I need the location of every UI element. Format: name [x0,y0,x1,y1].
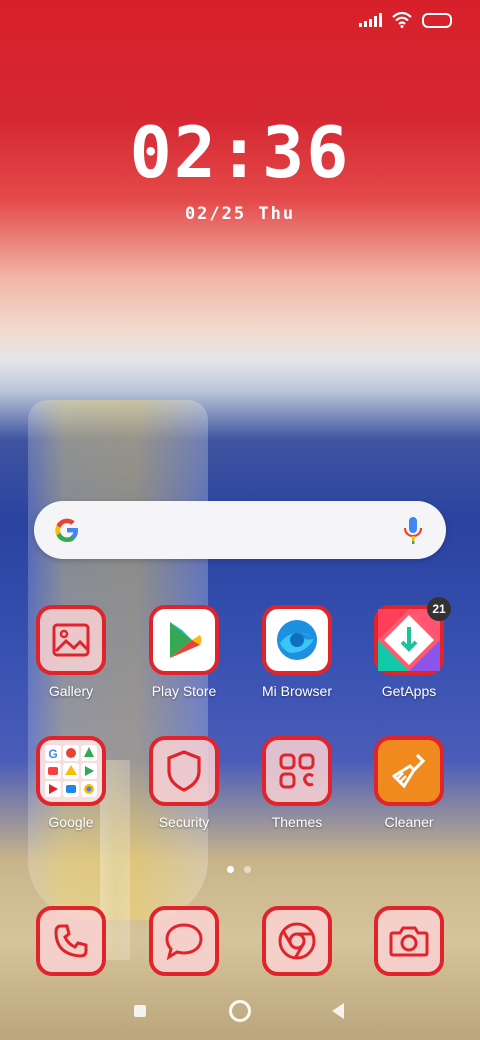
app-cleaner[interactable]: Cleaner [359,736,459,830]
wifi-icon [392,12,412,28]
signal-icon [359,13,382,27]
app-label: Themes [271,814,323,830]
camera-icon [374,906,444,976]
app-themes[interactable]: Themes [247,736,347,830]
app-label: Cleaner [384,814,434,830]
mic-icon[interactable] [402,515,424,545]
recents-button[interactable] [134,1005,146,1017]
themes-icon [262,736,332,806]
status-bar [359,12,452,28]
shield-icon [149,736,219,806]
app-label: Google [48,814,94,830]
app-label: GetApps [381,683,437,699]
dock-phone[interactable] [21,906,121,976]
app-label: Mi Browser [261,683,332,699]
battery-icon [422,12,452,28]
app-mi-browser[interactable]: Mi Browser [247,605,347,699]
messages-icon [149,906,219,976]
app-security[interactable]: Security [134,736,234,830]
app-play-store[interactable]: Play Store [134,605,234,699]
broom-icon [374,736,444,806]
play-store-icon [149,605,219,675]
gallery-icon [36,605,106,675]
page-dot-active[interactable] [227,866,234,873]
dock-camera[interactable] [359,906,459,976]
phone-icon [36,906,106,976]
dock-messages[interactable] [134,906,234,976]
app-label: Play Store [151,683,217,699]
app-label: Security [158,814,210,830]
google-g-icon [55,518,78,542]
home-button[interactable] [229,1000,251,1022]
back-button[interactable] [332,1003,344,1019]
notification-badge: 21 [427,597,451,621]
page-dot[interactable] [244,866,251,873]
dock-chrome[interactable] [247,906,347,976]
clock-date[interactable]: 02/25 Thu [0,204,480,224]
mi-browser-icon [262,605,332,675]
chrome-icon [262,906,332,976]
page-indicator[interactable] [227,866,251,873]
navigation-bar [0,1000,480,1024]
folder-google[interactable]: G Google [21,736,121,830]
app-getapps[interactable]: 21 GetApps [359,597,459,699]
google-folder-icon: G [36,736,106,806]
app-gallery[interactable]: Gallery [21,605,121,699]
svg-text:G: G [48,747,57,761]
app-label: Gallery [48,683,94,699]
google-search-bar[interactable] [34,501,446,559]
clock-time[interactable]: 02:36 [0,112,480,194]
